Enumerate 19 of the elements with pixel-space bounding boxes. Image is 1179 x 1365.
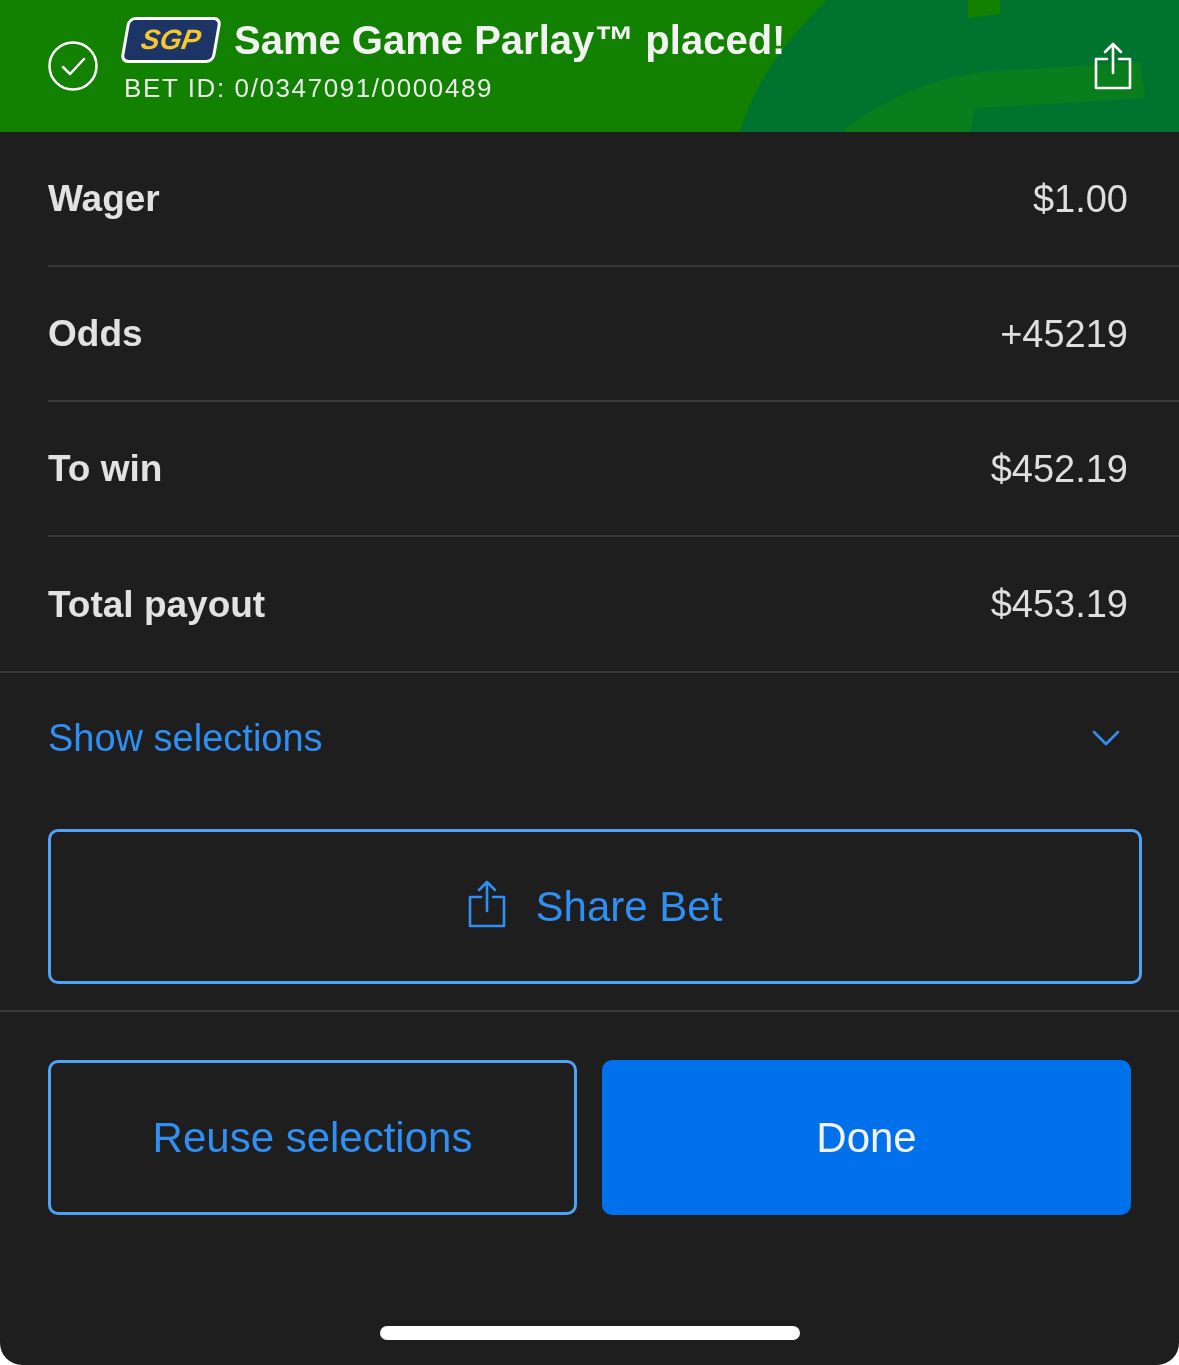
summary-value: $1.00 — [1032, 179, 1128, 218]
summary-value: +45219 — [1000, 314, 1128, 353]
summary-value: $452.19 — [990, 449, 1128, 488]
bet-id: BET ID: 0/0347091/0000489 — [124, 75, 495, 101]
summary-value: $453.19 — [990, 585, 1128, 623]
banner-title: Same Game Parlay™ placed! — [234, 20, 786, 60]
check-circle-icon — [48, 41, 98, 91]
share-button[interactable] — [1094, 42, 1132, 90]
summary-label: To win — [48, 450, 163, 487]
share-bet-button[interactable]: Share Bet — [48, 829, 1142, 984]
summary-label: Total payout — [48, 585, 266, 623]
done-button[interactable]: Done — [602, 1060, 1131, 1215]
share-icon — [467, 879, 506, 928]
show-selections-toggle[interactable]: Show selections — [48, 673, 1120, 803]
summary-label: Wager — [48, 180, 160, 217]
share-icon — [1094, 42, 1132, 90]
summary-label: Odds — [48, 315, 143, 352]
sgp-badge: SGP — [119, 17, 223, 63]
reuse-selections-button[interactable]: Reuse selections — [48, 1060, 577, 1215]
